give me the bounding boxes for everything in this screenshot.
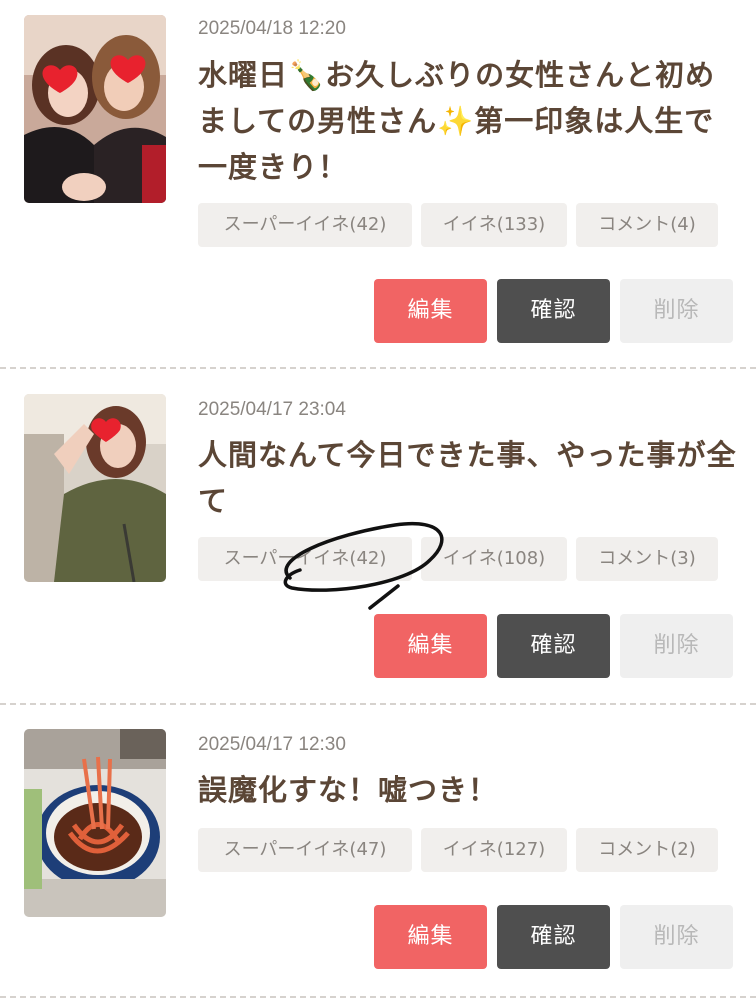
edit-button[interactable]: 編集 — [374, 905, 487, 969]
comment-count[interactable]: コメント(2) — [576, 828, 718, 872]
post-title[interactable]: 人間なんて今日できた事、やった事が全て — [198, 432, 738, 524]
photo-noodle-bowl-icon — [24, 729, 166, 917]
post-actions: 編集 確認 削除 — [374, 905, 733, 969]
post-thumbnail[interactable] — [24, 729, 166, 917]
post-item: 2025/04/17 12:30 誤魔化すな！嘘つき！ スーパーイイネ(47) … — [0, 704, 756, 999]
super-like-count[interactable]: スーパーイイネ(42) — [198, 203, 412, 247]
delete-button[interactable]: 削除 — [620, 905, 733, 969]
confirm-button[interactable]: 確認 — [497, 279, 610, 343]
post-actions: 編集 確認 削除 — [374, 614, 733, 678]
post-title[interactable]: 水曜日🍾お久しぶりの女性さんと初めましての男性さん✨第一印象は人生で一度きり！ — [198, 52, 738, 190]
photo-two-women-icon — [24, 15, 166, 203]
post-item: 2025/04/18 12:20 水曜日🍾お久しぶりの女性さんと初めましての男性… — [0, 0, 756, 368]
post-thumbnail[interactable] — [24, 15, 166, 203]
delete-button[interactable]: 削除 — [620, 279, 733, 343]
edit-button[interactable]: 編集 — [374, 279, 487, 343]
post-divider — [0, 996, 756, 998]
post-actions: 編集 確認 削除 — [374, 279, 733, 343]
super-like-count[interactable]: スーパーイイネ(42) — [198, 537, 412, 581]
like-count[interactable]: イイネ(108) — [421, 537, 567, 581]
reaction-tags: スーパーイイネ(42) イイネ(108) コメント(3) — [198, 537, 718, 581]
confirm-button[interactable]: 確認 — [497, 614, 610, 678]
post-date: 2025/04/18 12:20 — [198, 18, 346, 39]
comment-count[interactable]: コメント(4) — [576, 203, 718, 247]
post-title[interactable]: 誤魔化すな！嘘つき！ — [198, 767, 738, 813]
super-like-count[interactable]: スーパーイイネ(47) — [198, 828, 412, 872]
post-thumbnail[interactable] — [24, 394, 166, 582]
photo-woman-green-dress-icon — [24, 394, 166, 582]
reaction-tags: スーパーイイネ(42) イイネ(133) コメント(4) — [198, 203, 718, 247]
like-count[interactable]: イイネ(133) — [421, 203, 567, 247]
confirm-button[interactable]: 確認 — [497, 905, 610, 969]
post-date: 2025/04/17 12:30 — [198, 734, 346, 755]
post-date: 2025/04/17 23:04 — [198, 399, 346, 420]
reaction-tags: スーパーイイネ(47) イイネ(127) コメント(2) — [198, 828, 718, 872]
post-item: 2025/04/17 23:04 人間なんて今日できた事、やった事が全て スーパ… — [0, 368, 756, 703]
delete-button[interactable]: 削除 — [620, 614, 733, 678]
edit-button[interactable]: 編集 — [374, 614, 487, 678]
comment-count[interactable]: コメント(3) — [576, 537, 718, 581]
like-count[interactable]: イイネ(127) — [421, 828, 567, 872]
